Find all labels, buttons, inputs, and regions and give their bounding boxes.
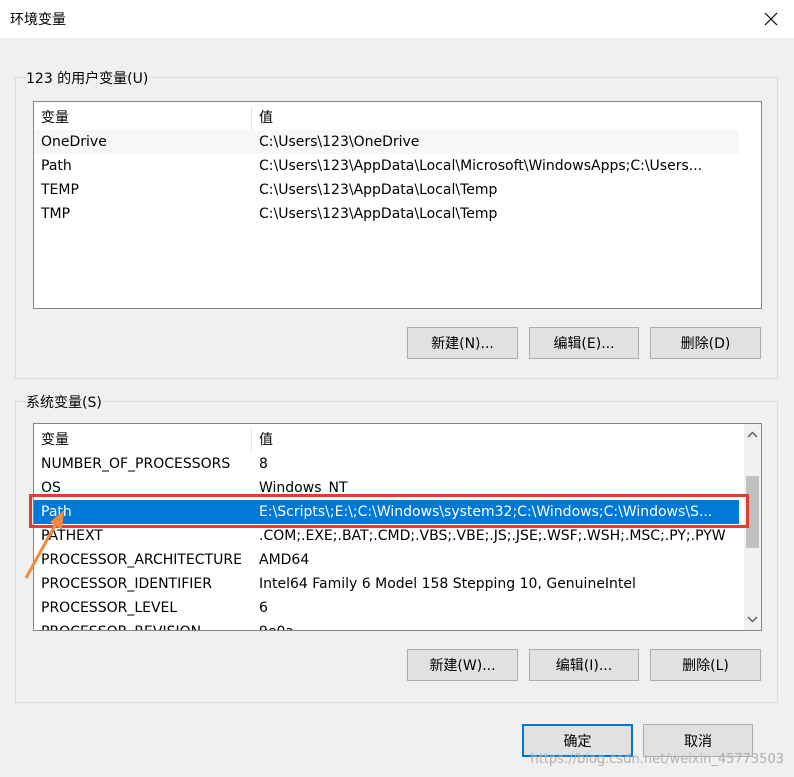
table-row[interactable]: PROCESSOR_REVISION 9e0a	[34, 620, 739, 630]
variable-name: PROCESSOR_REVISION	[41, 620, 251, 630]
table-row[interactable]: TEMP C:\Users\123\AppData\Local\Temp	[34, 178, 739, 202]
user-delete-button[interactable]: 删除(D)	[650, 327, 761, 359]
system-delete-button[interactable]: 删除(L)	[650, 649, 761, 681]
annotation-arrow-icon	[24, 510, 64, 579]
variable-name: Path	[41, 158, 72, 174]
table-row[interactable]: NUMBER_OF_PROCESSORS 8	[34, 452, 739, 476]
variable-value: C:\Users\123\AppData\Local\Temp	[259, 182, 498, 198]
chevron-down-icon	[747, 616, 758, 623]
variable-name: TMP	[41, 206, 71, 222]
variable-name: NUMBER_OF_PROCESSORS	[41, 456, 231, 472]
table-row[interactable]: TMP C:\Users\123\AppData\Local\Temp	[34, 202, 739, 226]
close-button[interactable]	[748, 0, 794, 38]
user-variables-label: 123 的用户变量(U)	[25, 68, 150, 88]
close-icon	[764, 12, 778, 26]
column-header-variable[interactable]: 变量	[41, 428, 69, 452]
annotation-highlight-box	[29, 494, 749, 528]
chevron-up-icon	[747, 431, 758, 438]
user-variables-list[interactable]: 变量 值 OneDrive C:\Users\123\OneDrive Path…	[33, 101, 762, 309]
variable-value: 6	[259, 600, 268, 616]
user-new-button[interactable]: 新建(N)...	[407, 327, 518, 359]
variable-value: 9e0a	[259, 620, 737, 630]
column-header-value[interactable]: 值	[259, 428, 273, 452]
list-header[interactable]: 变量 值	[34, 106, 739, 130]
column-header-value[interactable]: 值	[259, 106, 273, 130]
variable-value: C:\Users\123\AppData\Local\Microsoft\Win…	[259, 158, 703, 174]
variable-value: C:\Users\123\OneDrive	[259, 134, 420, 150]
table-row[interactable]: Path C:\Users\123\AppData\Local\Microsof…	[34, 154, 739, 178]
table-row[interactable]: OneDrive C:\Users\123\OneDrive	[34, 130, 739, 154]
system-variables-label: 系统变量(S)	[25, 392, 103, 412]
system-new-button[interactable]: 新建(W)...	[407, 649, 518, 681]
watermark: https://blog.csdn.net/weixin_45773503	[530, 752, 784, 767]
variable-name: PROCESSOR_LEVEL	[41, 600, 178, 616]
window-title: 环境变量	[10, 12, 66, 28]
variable-value: AMD64	[259, 552, 310, 568]
title-bar: 环境变量	[0, 0, 794, 38]
variable-name: TEMP	[41, 182, 79, 198]
column-header-variable[interactable]: 变量	[41, 106, 69, 130]
user-edit-button[interactable]: 编辑(E)...	[529, 327, 639, 359]
scroll-up-button[interactable]	[744, 426, 761, 443]
column-divider[interactable]	[251, 428, 252, 452]
variable-name: OneDrive	[41, 134, 107, 150]
scroll-down-button[interactable]	[744, 611, 761, 628]
list-header[interactable]: 变量 值	[34, 428, 739, 452]
table-row[interactable]: PROCESSOR_IDENTIFIER Intel64 Family 6 Mo…	[34, 572, 739, 596]
variable-value: Intel64 Family 6 Model 158 Stepping 10, …	[259, 576, 636, 592]
table-row[interactable]: PROCESSOR_LEVEL 6	[34, 596, 739, 620]
table-row[interactable]: PROCESSOR_ARCHITECTURE AMD64	[34, 548, 739, 572]
variable-value: 8	[259, 456, 268, 472]
column-divider[interactable]	[251, 106, 252, 130]
variable-value: C:\Users\123\AppData\Local\Temp	[259, 206, 498, 222]
system-edit-button[interactable]: 编辑(I)...	[529, 649, 639, 681]
